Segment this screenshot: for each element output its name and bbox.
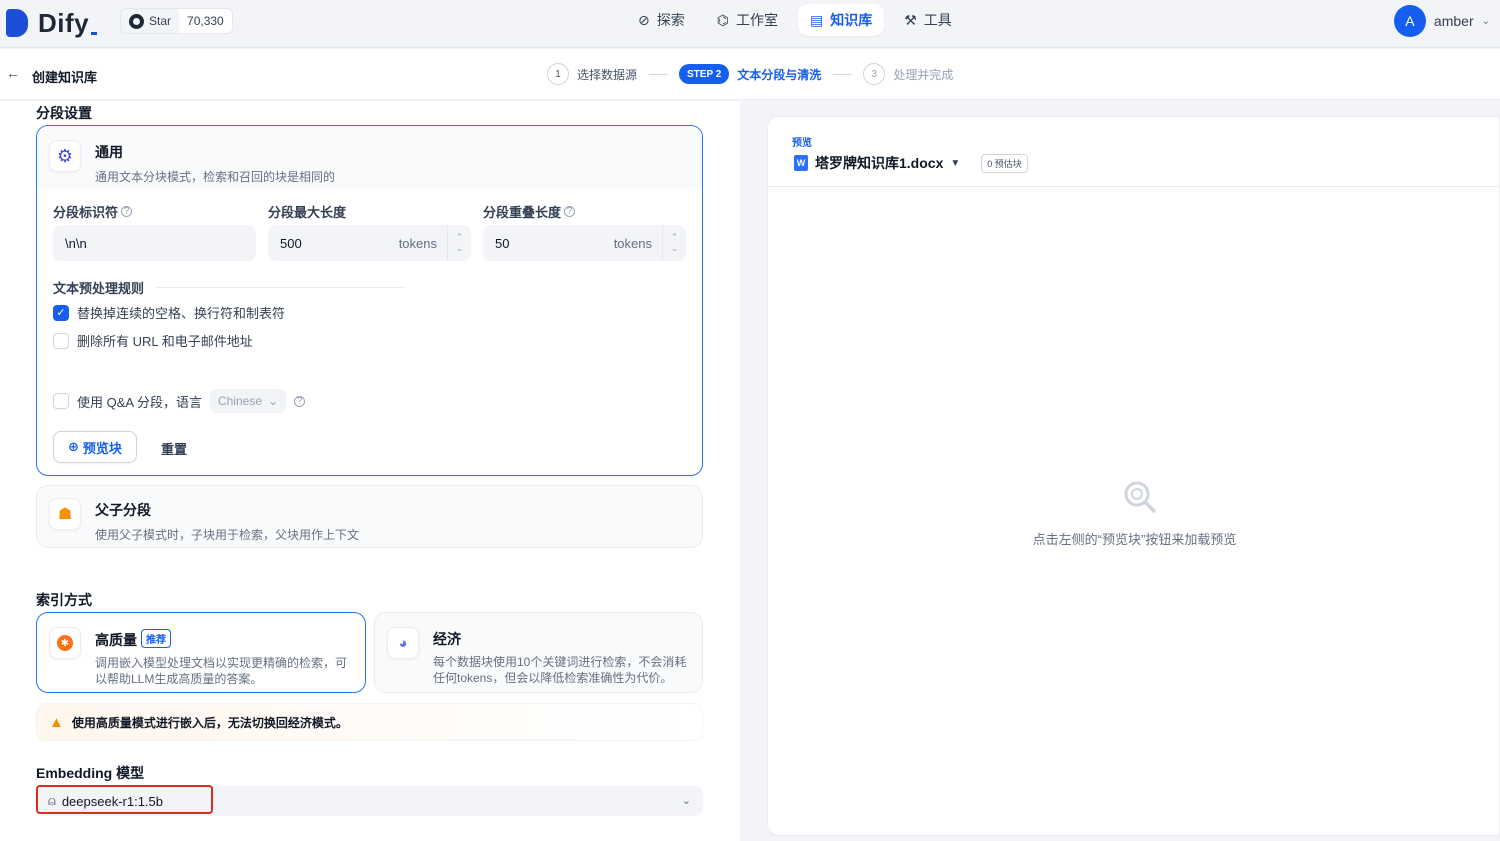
- chevron-down-icon: ⌄: [681, 795, 691, 807]
- estimated-chunks-badge: 0 预估块: [981, 153, 1028, 173]
- identifier-input[interactable]: \n\n: [53, 225, 256, 261]
- rule-replace-spaces[interactable]: ✓ 替换掉连续的空格、换行符和制表符: [53, 303, 285, 322]
- back-arrow-icon[interactable]: ←: [6, 65, 20, 81]
- info-icon[interactable]: ?: [564, 206, 576, 217]
- step-3-number: 3: [863, 63, 886, 85]
- preview-chunks-button[interactable]: ⊕ 预览块: [53, 431, 137, 463]
- gear-icon: ⚙: [56, 145, 74, 166]
- step-bar: ← 创建知识库 1 选择数据源 STEP 2 文本分段与清洗 3 处理并完成: [0, 49, 1500, 100]
- step-3-label: 处理并完成: [893, 67, 954, 82]
- preview-file-select[interactable]: W 塔罗牌知识库1.docx ▼ 0 预估块: [794, 153, 1028, 173]
- logo-mark-icon: [6, 9, 28, 37]
- compass-icon: ⊘: [638, 11, 650, 28]
- language-select[interactable]: Chinese ⌄: [209, 389, 287, 413]
- overlap-label: 分段重叠长度 ?: [483, 202, 576, 221]
- general-mode-card[interactable]: ⚙ 通用 通用文本分块模式，检索和召回的块是相同的 分段标识符 ? \n\n 分…: [36, 125, 703, 476]
- search-icon: ⊕: [68, 439, 79, 454]
- github-icon: [129, 13, 144, 29]
- index-warning: ▲ 使用高质量模式进行嵌入后，无法切换回经济模式。: [36, 703, 703, 741]
- preview-file-name: 塔罗牌知识库1.docx: [815, 155, 944, 171]
- max-length-label: 分段最大长度: [268, 205, 347, 220]
- rule-remove-urls[interactable]: 删除所有 URL 和电子邮件地址: [53, 331, 253, 350]
- preprocess-title: 文本预处理规则: [53, 278, 407, 297]
- high-quality-index-card[interactable]: ✱ 高质量 推荐 调用嵌入模型处理文档以实现更精确的检索，可以帮助LLM生成高质量…: [36, 612, 366, 693]
- warning-icon: ▲: [49, 713, 64, 731]
- avatar: A: [1393, 5, 1426, 37]
- chevron-down-icon: ▼: [950, 157, 961, 169]
- max-length-input[interactable]: 500 tokens ⌃ ⌄: [268, 225, 471, 261]
- parent-child-mode-card[interactable]: ☗ 父子分段 使用父子模式时，子块用于检索，父块用作上下文: [36, 485, 703, 548]
- github-star-button[interactable]: Star 70,330: [120, 8, 233, 34]
- segment-section-title: 分段设置: [36, 105, 92, 121]
- step-1-label: 选择数据源: [577, 67, 638, 82]
- preview-tag: 预览: [792, 138, 812, 149]
- general-title: 通用: [95, 144, 123, 160]
- tool-icon: ⚒: [904, 11, 917, 28]
- economy-title: 经济: [433, 631, 461, 647]
- github-star-count: 70,330: [187, 14, 224, 28]
- piggy-bank-icon: ◕: [398, 634, 408, 652]
- high-quality-title: 高质量: [95, 632, 137, 648]
- economy-index-card[interactable]: ◕ 经济 每个数据块使用10个关键词进行检索，不会消耗任何tokens，但会以降…: [374, 612, 703, 693]
- overlap-input[interactable]: 50 tokens ⌃ ⌄: [483, 225, 686, 261]
- robot-icon: ⌬: [716, 11, 729, 28]
- logo-text: Dify: [38, 7, 90, 38]
- checkbox-unchecked[interactable]: [53, 332, 69, 349]
- parent-child-desc: 使用父子模式时，子块用于检索，父块用作上下文: [95, 528, 360, 542]
- chevron-down-icon: ⌄: [1481, 15, 1490, 27]
- settings-panel: 分段设置 ⚙ 通用 通用文本分块模式，检索和召回的块是相同的 分段标识符 ? \…: [0, 101, 740, 841]
- max-length-stepper[interactable]: ⌃ ⌄: [447, 225, 471, 261]
- chevron-down-icon: ⌄: [268, 394, 279, 408]
- nav-explore[interactable]: ⊘ 探索: [626, 4, 697, 36]
- nav-studio[interactable]: ⌬ 工作室: [705, 4, 790, 36]
- highlight-box: [36, 785, 213, 814]
- preview-empty-text: 点击左侧的“预览块”按钮来加载预览: [1032, 532, 1237, 547]
- star-badge-icon: ✱: [57, 635, 73, 651]
- qa-checkbox[interactable]: [53, 393, 69, 409]
- qa-segment-option[interactable]: 使用 Q&A 分段，语言 Chinese ⌄ ?: [53, 389, 306, 413]
- parent-child-title: 父子分段: [95, 502, 151, 518]
- index-section-title: 索引方式: [36, 592, 92, 608]
- info-icon[interactable]: ?: [294, 395, 306, 407]
- economy-desc: 每个数据块使用10个关键词进行检索，不会消耗任何tokens，但会以降低检索准确…: [433, 655, 687, 685]
- high-quality-desc: 调用嵌入模型处理文档以实现更精确的检索，可以帮助LLM生成高质量的答案。: [95, 656, 348, 686]
- book-icon: ▤: [809, 11, 824, 28]
- family-icon: ☗: [57, 506, 73, 523]
- reset-button[interactable]: 重置: [161, 439, 187, 458]
- top-nav-bar: Dify Star 70,330 ⊘ 探索 ⌬ 工作室 ▤ 知识库 ⚒ 工具 A…: [0, 0, 1500, 48]
- nav-tools[interactable]: ⚒ 工具: [892, 4, 964, 36]
- search-empty-icon: [1124, 481, 1156, 513]
- identifier-label: 分段标识符 ?: [53, 202, 133, 221]
- dify-logo[interactable]: Dify: [6, 6, 98, 40]
- user-menu[interactable]: A amber ⌄: [1393, 5, 1490, 37]
- preview-panel: 预览 W 塔罗牌知识库1.docx ▼ 0 预估块 点击左侧的“预览块”按钮来加…: [767, 116, 1500, 836]
- overlap-stepper[interactable]: ⌃ ⌄: [662, 225, 686, 261]
- page-title: 创建知识库: [32, 70, 98, 85]
- nav-knowledge[interactable]: ▤ 知识库: [797, 4, 885, 36]
- main-nav: ⊘ 探索 ⌬ 工作室 ▤ 知识库 ⚒ 工具: [626, 4, 964, 36]
- general-desc: 通用文本分块模式，检索和召回的块是相同的: [95, 170, 336, 184]
- word-doc-icon: W: [794, 155, 808, 171]
- step-indicator: 1 选择数据源 STEP 2 文本分段与清洗 3 处理并完成: [547, 63, 953, 85]
- user-name: amber: [1433, 13, 1474, 29]
- recommended-badge: 推荐: [141, 629, 171, 648]
- info-icon[interactable]: ?: [121, 206, 133, 217]
- checkbox-checked[interactable]: ✓: [53, 304, 69, 321]
- step-1-number: 1: [547, 63, 569, 85]
- step-2-pill: STEP 2: [679, 64, 730, 84]
- embedding-section-title: Embedding 模型: [36, 765, 145, 781]
- step-2-label: 文本分段与清洗: [737, 67, 822, 82]
